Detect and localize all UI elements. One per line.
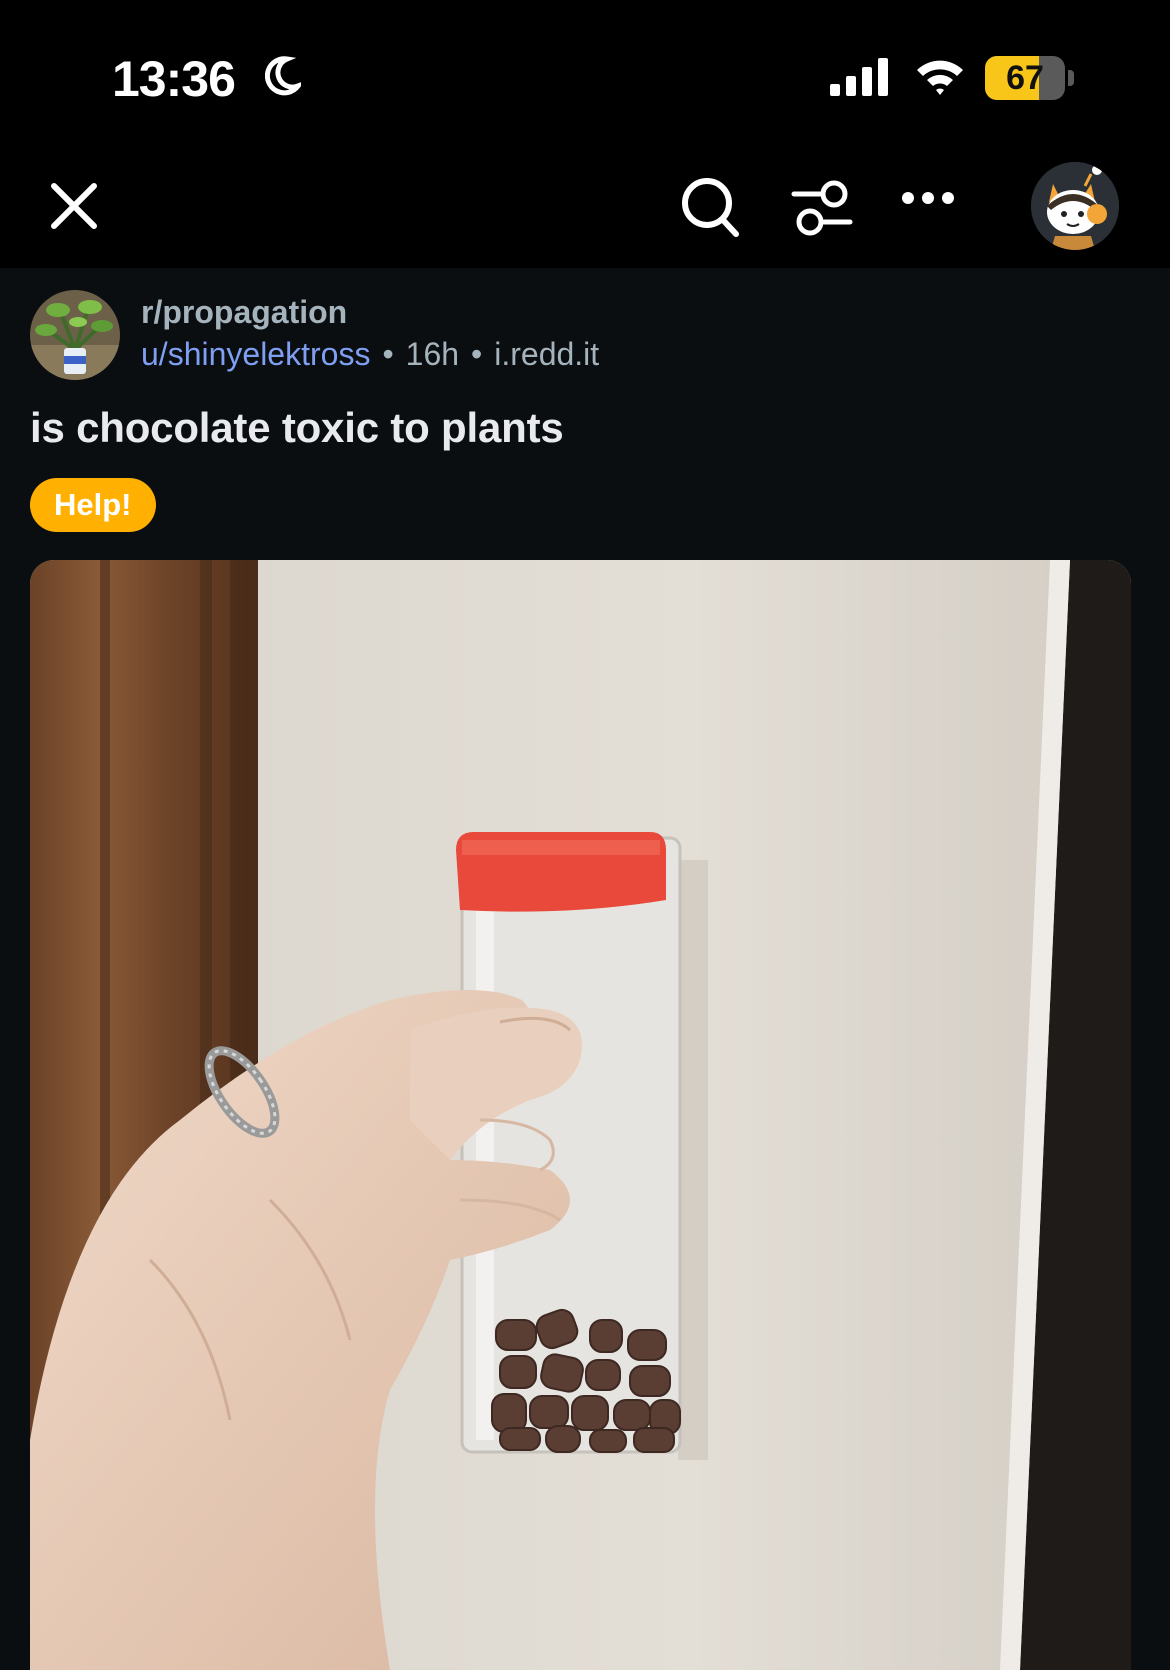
post-flair[interactable]: Help!	[30, 478, 156, 532]
post-author[interactable]: u/shinyelektross	[141, 336, 370, 372]
meta-separator: •	[382, 336, 394, 372]
post-title: is chocolate toxic to plants	[30, 404, 564, 451]
post-meta: u/shinyelektross • 16h • i.redd.it	[141, 336, 599, 373]
cellular-signal-icon	[830, 58, 888, 96]
meta-separator: •	[471, 336, 483, 372]
post-content: r/propagation u/shinyelektross • 16h • i.red…	[0, 268, 1170, 1670]
wifi-icon	[917, 60, 963, 95]
plant-icon	[30, 290, 120, 380]
user-avatar-image	[1031, 162, 1119, 250]
battery-level: 67	[1006, 59, 1044, 97]
battery-icon: 67	[985, 56, 1075, 100]
close-icon[interactable]	[46, 178, 102, 234]
post-age: 16h	[405, 336, 460, 372]
avatar[interactable]	[1031, 162, 1119, 250]
status-bar: 13:36 67	[0, 0, 1170, 150]
search-icon[interactable]	[680, 176, 742, 240]
filter-icon[interactable]	[790, 178, 854, 238]
moon-icon	[265, 56, 301, 96]
post-domain[interactable]: i.redd.it	[494, 336, 599, 372]
subreddit-icon[interactable]	[30, 290, 120, 380]
status-time: 13:36	[112, 51, 236, 107]
post-image[interactable]	[30, 560, 1131, 1670]
subreddit-name[interactable]: r/propagation	[141, 294, 347, 331]
more-icon[interactable]	[900, 190, 956, 206]
post-nav-bar	[0, 150, 1170, 268]
photo-hand-holding-container	[30, 560, 1131, 1670]
